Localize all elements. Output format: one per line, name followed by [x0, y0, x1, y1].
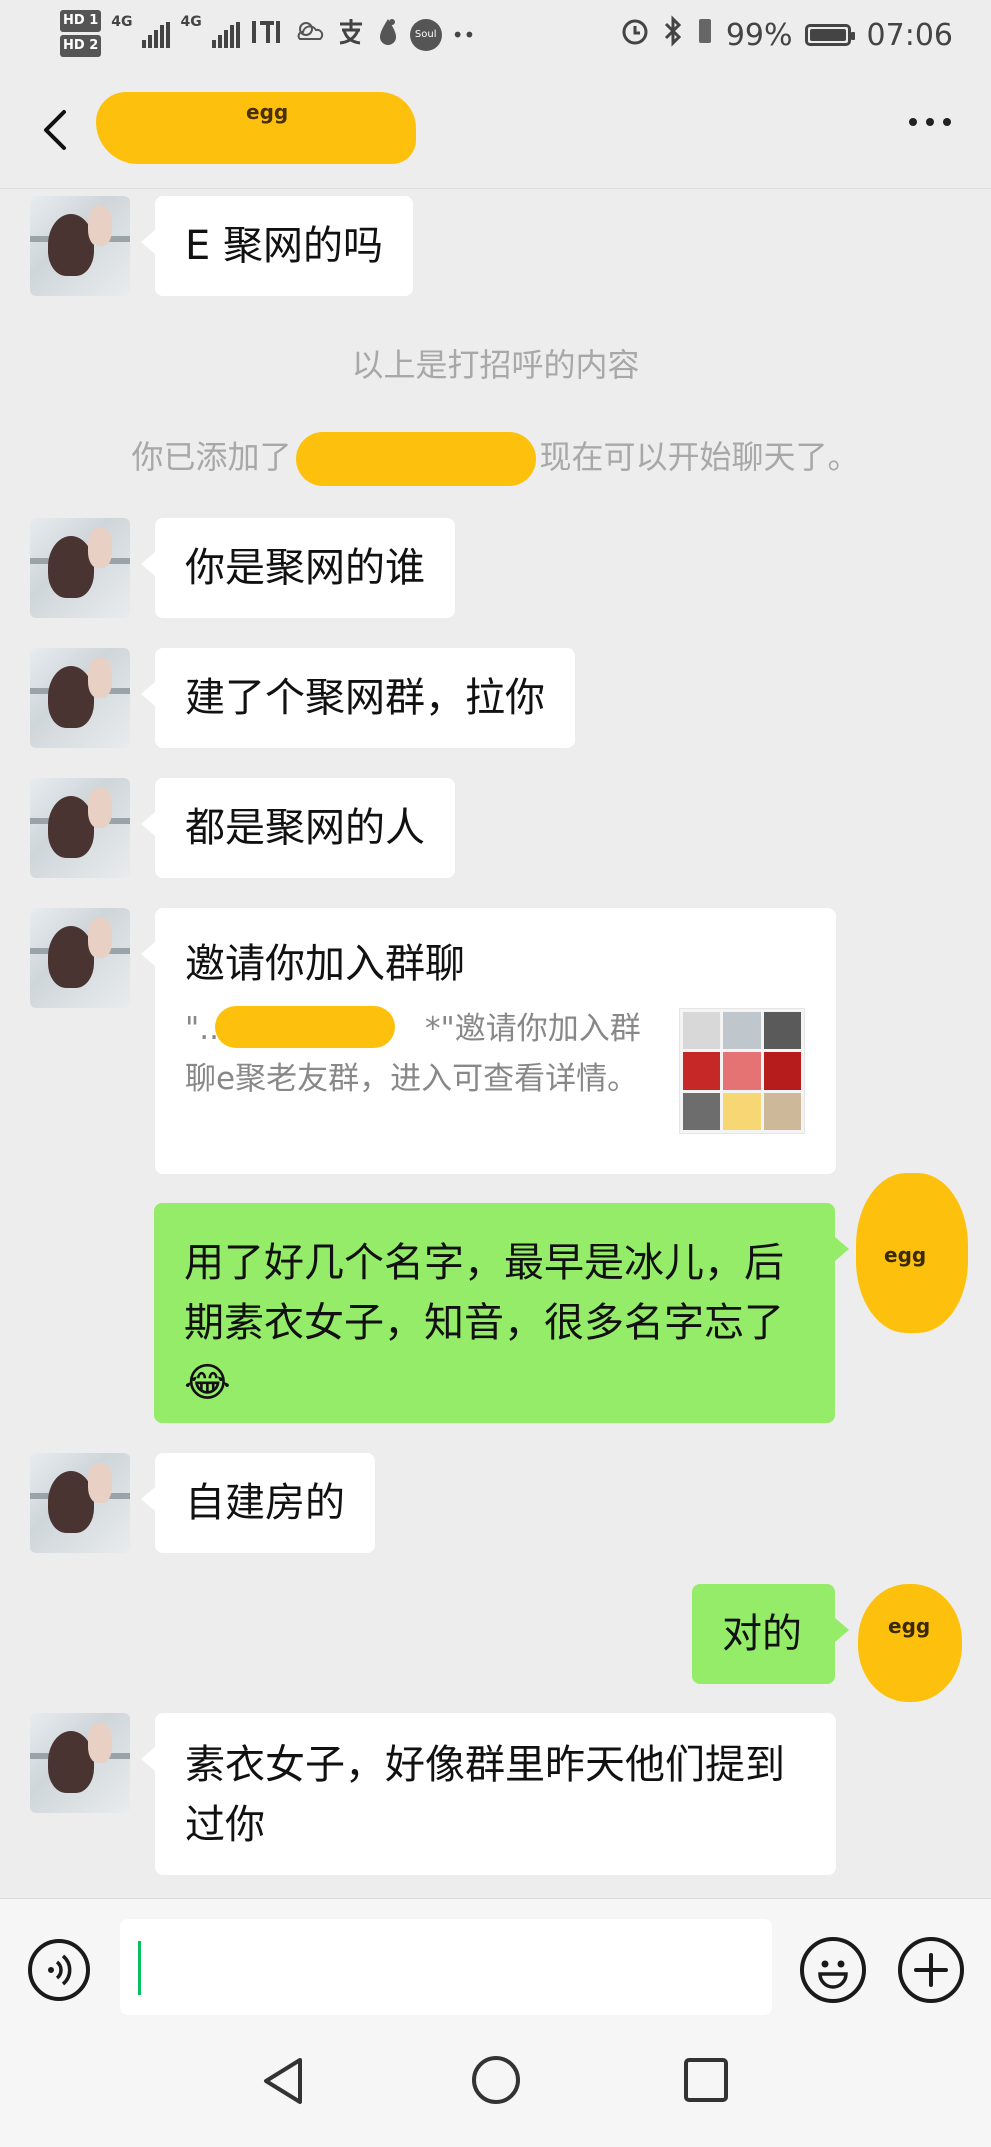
- voice-button[interactable]: [28, 1939, 90, 2001]
- redaction-sticker-label: egg: [884, 1243, 927, 1267]
- system-navigation-bar: [0, 2016, 991, 2147]
- invite-desc-prefix: "..: [185, 1011, 219, 1047]
- app-notification-icon: [250, 17, 284, 54]
- message-text: 建了个聚网群，拉你: [185, 675, 545, 721]
- invite-card-title: 邀请你加入群聊: [185, 941, 465, 987]
- clock-time: 07:06: [866, 17, 953, 53]
- redaction-sticker-label: egg: [246, 100, 289, 124]
- more-dot-icon: [909, 118, 917, 126]
- battery-icon: [804, 24, 855, 46]
- redacted-name: [295, 432, 536, 486]
- network-1-label: 4G: [111, 14, 133, 30]
- add-attachment-button[interactable]: [898, 1937, 964, 2003]
- inviter-name-redacted: [215, 1006, 395, 1048]
- message-text: 都是聚网的人: [185, 805, 425, 851]
- greeting-notice: 以上是打招呼的内容: [351, 346, 640, 384]
- redaction-blot: [858, 1584, 962, 1702]
- my-avatar-redacted[interactable]: egg: [856, 1173, 968, 1333]
- contact-name-redacted: egg: [96, 92, 416, 164]
- app-drop-icon: [376, 16, 400, 54]
- group-invite-card[interactable]: 邀请你加入群聊 ".. *"邀请你加入群聊e聚老友群，进入可查看详情。: [141, 908, 836, 1174]
- plus-icon: [914, 1953, 948, 1987]
- signal-2-icon: [211, 22, 240, 48]
- friend-added-suffix: 现在可以开始聊天了。: [539, 438, 860, 476]
- alarm-icon: [620, 16, 650, 54]
- more-dot-icon: [926, 118, 934, 126]
- hd1-badge: HD 1: [60, 10, 102, 32]
- message-text: 自建房的: [185, 1480, 345, 1526]
- contact-avatar[interactable]: [30, 196, 130, 296]
- friend-added-prefix: 你已添加了: [131, 438, 292, 476]
- hd-indicators: HD 1 HD 2: [60, 10, 102, 60]
- message-bubble[interactable]: 都是聚网的人: [141, 778, 455, 878]
- home-circle-icon[interactable]: [470, 2054, 522, 2106]
- contact-avatar[interactable]: [30, 908, 130, 1008]
- contact-avatar[interactable]: [30, 1713, 130, 1813]
- more-dot-icon: [943, 118, 951, 126]
- message-bubble[interactable]: 建了个聚网群，拉你: [141, 648, 575, 748]
- voice-icon: [48, 1954, 72, 1986]
- status-bar: HD 1 HD 2 4G 4G Soul •• 99% 07:06: [0, 0, 991, 70]
- emoji-button[interactable]: [800, 1937, 866, 2003]
- message-text: 对的: [722, 1611, 802, 1657]
- alipay-icon: [336, 16, 366, 54]
- back-button[interactable]: [28, 100, 88, 160]
- message-bubble[interactable]: 素衣女子，好像群里昨天他们提到过你: [141, 1713, 836, 1875]
- bluetooth-icon: [662, 15, 684, 55]
- message-bubble[interactable]: E 聚网的吗: [141, 196, 413, 296]
- more-notifications-icon: ••: [451, 23, 476, 47]
- chat-screen: HD 1 HD 2 4G 4G Soul •• 99% 07:06 egg E …: [0, 0, 991, 2147]
- my-message-bubble[interactable]: 对的: [692, 1584, 849, 1684]
- back-triangle-icon[interactable]: [258, 2054, 308, 2108]
- my-message-bubble[interactable]: 用了好几个名字，最早是冰儿，后期素衣女子，知音，很多名字忘了 😂: [154, 1203, 849, 1423]
- signal-1-icon: [142, 22, 171, 48]
- group-avatar-thumbnail: [679, 1008, 805, 1134]
- laughing-tears-emoji: 😂: [184, 1360, 231, 1406]
- recents-square-icon[interactable]: [682, 2056, 730, 2104]
- my-avatar-redacted[interactable]: egg: [858, 1584, 962, 1702]
- friend-added-notice: 你已添加了 现在可以开始聊天了。: [0, 432, 991, 486]
- message-input[interactable]: [120, 1919, 772, 2015]
- message-bubble[interactable]: 自建房的: [141, 1453, 375, 1553]
- redaction-sticker-label: egg: [888, 1614, 931, 1638]
- input-bar: [0, 1898, 991, 2017]
- status-left-group: HD 1 HD 2 4G 4G Soul ••: [60, 10, 475, 60]
- message-text: 你是聚网的谁: [185, 545, 425, 591]
- contact-avatar[interactable]: [30, 778, 130, 878]
- chat-header: egg: [0, 70, 991, 189]
- message-bubble[interactable]: 你是聚网的谁: [141, 518, 455, 618]
- text-caret: [138, 1941, 141, 1995]
- network-2-label: 4G: [180, 14, 202, 30]
- battery-percent: 99%: [725, 17, 793, 53]
- more-options-button[interactable]: [909, 118, 951, 126]
- message-text: E 聚网的吗: [185, 223, 383, 269]
- contact-avatar[interactable]: [30, 518, 130, 618]
- hd2-badge: HD 2: [60, 35, 102, 57]
- message-text: 素衣女子，好像群里昨天他们提到过你: [185, 1742, 785, 1848]
- contact-avatar[interactable]: [30, 1453, 130, 1553]
- chevron-left-icon: [44, 110, 66, 150]
- soul-app-icon: Soul: [409, 19, 442, 51]
- status-right-group: 99% 07:06: [620, 12, 953, 58]
- message-text: 用了好几个名字，最早是冰儿，后期素衣女子，知音，很多名字忘了: [184, 1240, 784, 1346]
- emoji-icon: [818, 1960, 848, 1989]
- contact-avatar[interactable]: [30, 648, 130, 748]
- vibrate-icon: [696, 15, 714, 55]
- weather-icon: [294, 17, 326, 53]
